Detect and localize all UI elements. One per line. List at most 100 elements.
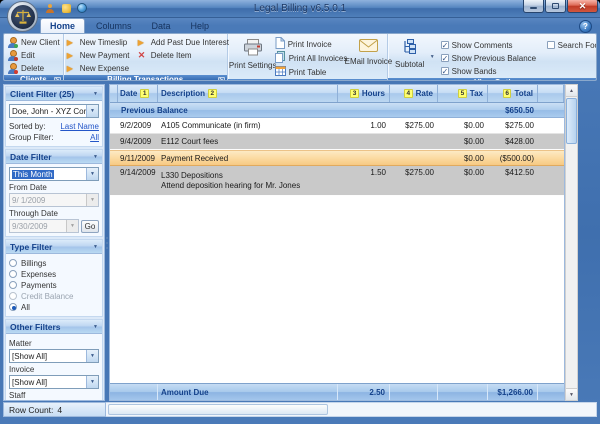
email-invoice-button[interactable]: EMail Invoice — [347, 36, 389, 78]
show-bands-checkbox[interactable]: ✓ Show Bands — [441, 65, 547, 77]
print-table-button[interactable]: Print Table — [275, 66, 348, 78]
radio-payments[interactable]: Payments — [9, 280, 99, 290]
column-badge: 4 — [404, 89, 413, 98]
window-controls: ✕ — [523, 0, 598, 13]
row-count-value: 4 — [57, 405, 62, 415]
view-options-group-caption: View Options↘ — [388, 78, 597, 81]
from-date-input[interactable]: 9/ 1/2009 ▼ — [9, 193, 99, 207]
scroll-down-arrow-icon[interactable]: ▼ — [566, 388, 577, 400]
subtotal-dropdown-arrow[interactable]: ▼ — [430, 54, 435, 60]
app-menu-button[interactable] — [7, 1, 38, 32]
radio-credit-balance: Credit Balance — [9, 291, 99, 301]
date-range-select[interactable]: This Month ▼ — [9, 167, 99, 181]
radio-billings[interactable]: Billings — [9, 258, 99, 268]
delete-client-button[interactable]: Delete — [7, 62, 60, 74]
grid-header-row: Date1 Description2 3Hours 4Rate 5Tax 6To… — [110, 85, 564, 103]
new-client-button[interactable]: New Client — [7, 36, 60, 48]
envelope-icon — [359, 39, 378, 54]
dialog-launcher-icon[interactable]: ↘ — [218, 77, 225, 81]
column-header-total[interactable]: 6Total — [488, 85, 538, 102]
ribbon-group-print: Print Settings Print Invoice Print All I… — [228, 34, 388, 80]
search-footer-checkbox[interactable]: Search Footer — [547, 39, 597, 51]
table-row-payment[interactable]: 9/11/2009 Payment Received $0.00 ($500.0… — [110, 150, 564, 166]
delete-item-button[interactable]: ✕ Delete Item — [138, 49, 224, 61]
add-past-due-interest-button[interactable]: ▶ Add Past Due Interest — [138, 36, 224, 48]
column-header-description[interactable]: Description2 — [158, 85, 338, 102]
print-settings-button[interactable]: Print Settings — [231, 36, 275, 78]
new-payment-button[interactable]: ▶ New Payment — [67, 49, 134, 61]
horizontal-scrollbar[interactable] — [106, 402, 597, 417]
close-button[interactable]: ✕ — [567, 0, 598, 13]
vertical-scrollbar-thumb[interactable] — [566, 98, 577, 144]
billing-grid: Date1 Description2 3Hours 4Rate 5Tax 6To… — [109, 84, 565, 401]
delete-client-icon — [7, 63, 18, 74]
subtotal-button[interactable]: Subtotal — [391, 36, 429, 77]
tab-columns[interactable]: Columns — [87, 18, 141, 33]
grid-empty-area — [110, 196, 564, 383]
filter-sidebar: Client Filter (25) ▼ Doe, John - XYZ Cor… — [3, 84, 105, 401]
date-filter-header[interactable]: Date Filter ▼ — [6, 150, 102, 164]
edit-client-button[interactable]: Edit — [7, 49, 60, 61]
tab-data[interactable]: Data — [143, 18, 180, 33]
show-previous-balance-checkbox[interactable]: ✓ Show Previous Balance — [441, 52, 547, 64]
invoice-select[interactable]: [Show All] ▼ — [9, 375, 99, 389]
indicator-column-header[interactable] — [110, 85, 118, 102]
column-header-hours[interactable]: 3Hours — [338, 85, 390, 102]
dialog-launcher-icon[interactable]: ↘ — [54, 77, 61, 81]
help-button[interactable]: ? — [579, 20, 592, 33]
yellow-arrow-icon: ▶ — [67, 51, 77, 60]
print-invoice-button[interactable]: Print Invoice — [275, 38, 348, 50]
chevron-down-icon: ▼ — [86, 168, 98, 180]
table-row[interactable]: 9/2/2009 A105 Communicate (in firm) 1.00… — [110, 118, 564, 134]
from-date-label: From Date — [9, 183, 99, 192]
checkbox-icon: ✓ — [441, 54, 449, 62]
column-badge: 5 — [458, 89, 467, 98]
ribbon-tabs: Home Columns Data Help — [40, 17, 218, 33]
group-filter-link[interactable]: All — [90, 133, 99, 142]
printer-icon — [243, 39, 263, 58]
go-button[interactable]: Go — [81, 220, 99, 233]
through-date-input[interactable]: 9/30/2009 ▼ — [9, 219, 79, 233]
table-row[interactable]: 9/4/2009 E112 Court fees $0.00 $428.00 — [110, 134, 564, 150]
matter-select[interactable]: [Show All] ▼ — [9, 349, 99, 363]
radio-icon — [9, 259, 17, 267]
minimize-button[interactable] — [523, 0, 544, 13]
tab-help[interactable]: Help — [182, 18, 219, 33]
type-filter-header[interactable]: Type Filter ▼ — [6, 240, 102, 254]
vertical-scrollbar[interactable]: ▲ ▼ — [565, 84, 578, 401]
previous-balance-row[interactable]: Previous Balance $650.50 — [110, 103, 564, 118]
scroll-up-arrow-icon[interactable]: ▲ — [566, 85, 577, 97]
print-all-invoices-button[interactable]: Print All Invoices — [275, 52, 348, 64]
radio-icon — [9, 292, 17, 300]
column-header-date[interactable]: Date1 — [118, 85, 158, 102]
new-expense-button[interactable]: ▶ New Expense — [67, 62, 134, 74]
radio-expenses[interactable]: Expenses — [9, 269, 99, 279]
scales-logo-icon — [11, 5, 35, 29]
chevron-down-icon: ▼ — [93, 244, 98, 250]
table-row[interactable]: 9/14/2009 L330 Depositions Attend deposi… — [110, 166, 564, 196]
amount-due-label: Amount Due — [158, 384, 338, 400]
title-bar[interactable]: Legal Billing v6.5.0.1 ✕ — [0, 0, 600, 18]
sorted-by-link[interactable]: Last Name — [60, 122, 99, 131]
previous-balance-total: $650.50 — [488, 103, 538, 117]
billing-group-caption: Billing Transactions↘ — [64, 75, 227, 81]
client-select[interactable]: Doe, John - XYZ Corporation ▼ — [9, 104, 99, 118]
ribbon-group-billing-transactions: ▶ New Timeslip ▶ New Payment ▶ New Expen… — [64, 34, 228, 80]
other-filters-header[interactable]: Other Filters ▼ — [6, 320, 102, 334]
show-comments-checkbox[interactable]: ✓ Show Comments — [441, 39, 547, 51]
client-filter-header[interactable]: Client Filter (25) ▼ — [6, 87, 102, 101]
amount-due-row: Amount Due 2.50 $1,266.00 — [110, 383, 564, 400]
radio-all[interactable]: All — [9, 302, 99, 312]
column-header-filler — [538, 85, 564, 102]
column-header-rate[interactable]: 4Rate — [390, 85, 438, 102]
client-filter-panel: Client Filter (25) ▼ Doe, John - XYZ Cor… — [5, 86, 103, 147]
maximize-button[interactable] — [545, 0, 566, 13]
horizontal-scrollbar-thumb[interactable] — [108, 404, 328, 415]
column-header-tax[interactable]: 5Tax — [438, 85, 488, 102]
new-timeslip-button[interactable]: ▶ New Timeslip — [67, 36, 134, 48]
tab-home[interactable]: Home — [40, 18, 85, 33]
documents-icon — [275, 51, 286, 65]
column-badge: 2 — [208, 89, 217, 98]
chevron-down-icon: ▼ — [66, 220, 78, 232]
table-grid-icon — [275, 66, 286, 78]
